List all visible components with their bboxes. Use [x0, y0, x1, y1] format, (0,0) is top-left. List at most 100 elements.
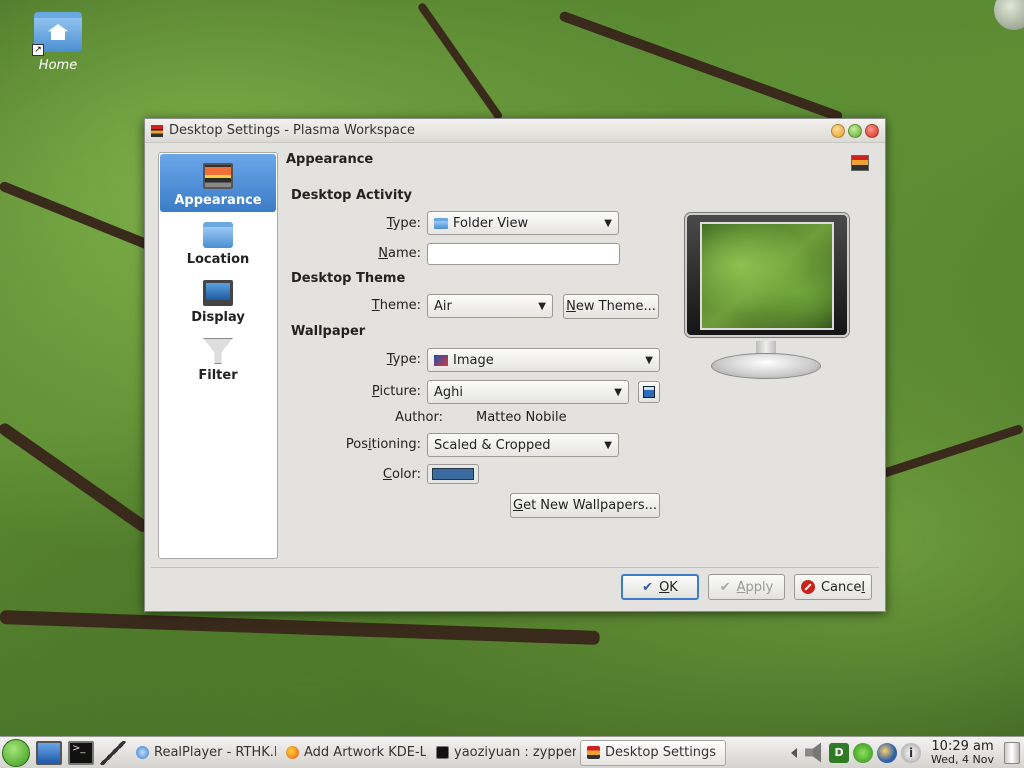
color-label: Color: — [382, 467, 421, 482]
sidebar-item-display[interactable]: Display — [159, 271, 277, 329]
chevron-down-icon: ▼ — [538, 300, 546, 312]
network-icon[interactable] — [853, 742, 874, 763]
filter-funnel-icon — [203, 338, 233, 364]
sidebar-item-label: Filter — [198, 368, 238, 383]
desktop-home-icon[interactable]: ↗ Home — [30, 12, 86, 73]
apply-button[interactable]: ✔ Apply — [708, 574, 785, 600]
sidebar-item-appearance[interactable]: Appearance — [160, 154, 276, 212]
home-folder-icon: ↗ — [32, 12, 82, 56]
open-picture-button[interactable] — [638, 381, 660, 403]
clock-date: Wed, 4 Nov — [931, 752, 994, 766]
sidebar-item-label: Location — [186, 252, 250, 267]
wallpaper-type-select[interactable]: Image ▼ — [427, 348, 660, 372]
settings-sidebar: Appearance Location Display Filter — [158, 152, 278, 559]
info-icon[interactable]: i — [901, 742, 922, 763]
activity-type-select[interactable]: Folder View ▼ — [427, 211, 619, 235]
desktop-settings-window: Desktop Settings - Plasma Workspace Appe… — [144, 118, 886, 612]
get-new-wallpapers-button[interactable]: Get New Wallpapers... — [510, 493, 660, 518]
task-label: Desktop Settings — [605, 745, 717, 760]
cancel-button[interactable]: Cancel — [794, 574, 872, 600]
tray-expand-arrow-icon[interactable] — [791, 747, 798, 758]
appearance-icon — [203, 163, 233, 189]
author-value: Matteo Nobile — [476, 410, 567, 425]
sidebar-item-location[interactable]: Location — [159, 213, 277, 271]
wallpaper-branch — [558, 10, 844, 123]
terminal-launcher-icon[interactable]: >_ — [68, 740, 94, 765]
taskbar-item-realplayer[interactable]: RealPlayer - RTHK.R — [130, 740, 276, 766]
minimize-button[interactable] — [831, 123, 845, 138]
wallpaper-type-label: Type: — [386, 352, 421, 367]
folder-icon — [434, 217, 448, 229]
clock-time: 10:29 am — [931, 738, 994, 754]
taskbar-item-desktop-settings[interactable]: Desktop Settings — [580, 739, 726, 766]
cancel-icon — [800, 580, 815, 594]
activity-name-label: Name: — [378, 246, 421, 261]
theme-label: Theme: — [371, 298, 421, 313]
activity-type-value: Folder View — [453, 215, 529, 231]
system-tray: D i 10:29 am Wed, 4 Nov — [787, 737, 1024, 768]
application-launcher-icon[interactable] — [2, 738, 30, 767]
clock[interactable]: 10:29 am Wed, 4 Nov — [931, 740, 994, 766]
desktop-settings-icon — [851, 155, 869, 171]
wallpaper-branch — [878, 423, 1024, 479]
taskbar-item-firefox[interactable]: Add Artwork KDE-L — [280, 740, 426, 766]
trash-icon[interactable] — [1004, 741, 1020, 764]
checkmark-icon: ✔ — [642, 579, 654, 595]
taskbar: >_ RealPlayer - RTHK.R Add Artwork KDE-L… — [0, 736, 1024, 768]
plasma-toolbox-icon[interactable] — [994, 0, 1024, 30]
section-wallpaper: Wallpaper — [291, 324, 366, 339]
save-icon — [643, 386, 655, 398]
window-titlebar[interactable]: Desktop Settings - Plasma Workspace — [145, 119, 885, 143]
button-separator — [151, 567, 879, 568]
desktop-settings-icon — [151, 124, 163, 137]
new-theme-button[interactable]: New Theme... — [563, 294, 659, 319]
wallpaper-branch — [416, 1, 504, 121]
activity-name-input[interactable] — [427, 243, 620, 265]
home-icon-label: Home — [38, 58, 78, 73]
wallpaper-branch — [0, 421, 151, 535]
theme-select[interactable]: Air ▼ — [427, 294, 553, 318]
sidebar-item-label: Display — [191, 310, 245, 325]
chevron-down-icon: ▼ — [645, 354, 653, 366]
positioning-select[interactable]: Scaled & Cropped ▼ — [427, 433, 619, 457]
checkmark-icon: ✔ — [719, 579, 731, 595]
task-label: RealPlayer - RTHK.R — [154, 745, 276, 760]
window-title: Desktop Settings - Plasma Workspace — [169, 123, 416, 138]
chevron-down-icon: ▼ — [604, 439, 612, 451]
monitor-icon — [203, 280, 233, 306]
firefox-icon — [286, 746, 299, 759]
maximize-button[interactable] — [848, 123, 862, 138]
image-icon — [434, 354, 448, 366]
wallpaper-type-value: Image — [453, 352, 494, 368]
monitor-stand — [711, 341, 821, 381]
close-button[interactable] — [865, 123, 879, 138]
taskbar-item-terminal[interactable]: yaoziyuan : zypper — [430, 740, 576, 766]
wallpaper-branch — [0, 610, 600, 645]
terminal-icon — [436, 746, 449, 759]
theme-value: Air — [434, 298, 452, 314]
task-label: Add Artwork KDE-L — [304, 745, 426, 760]
picture-select[interactable]: Aghi ▼ — [427, 380, 629, 404]
color-swatch — [432, 468, 474, 480]
thunderbird-icon[interactable] — [877, 742, 898, 763]
picture-value: Aghi — [434, 384, 463, 400]
chevron-down-icon: ▼ — [604, 217, 612, 229]
wallpaper-preview-image — [700, 222, 834, 330]
positioning-label: Positioning: — [345, 437, 421, 452]
ok-button[interactable]: ✔ OK — [621, 574, 699, 600]
positioning-value: Scaled & Cropped — [434, 437, 551, 453]
sidebar-item-label: Appearance — [174, 193, 262, 208]
text-editor-icon[interactable] — [100, 740, 126, 765]
dictionary-tray-icon[interactable]: D — [829, 742, 850, 763]
page-title: Appearance — [286, 152, 374, 167]
volume-icon[interactable] — [805, 742, 822, 763]
task-label: yaoziyuan : zypper — [454, 745, 576, 760]
section-desktop-theme: Desktop Theme — [291, 271, 406, 286]
sidebar-item-filter[interactable]: Filter — [159, 329, 277, 387]
wallpaper-preview-monitor — [685, 213, 849, 337]
author-label: Author: — [395, 410, 443, 425]
section-desktop-activity: Desktop Activity — [291, 188, 413, 203]
picture-label: Picture: — [371, 384, 421, 399]
color-picker-button[interactable] — [427, 464, 479, 484]
show-desktop-icon[interactable] — [36, 740, 62, 765]
